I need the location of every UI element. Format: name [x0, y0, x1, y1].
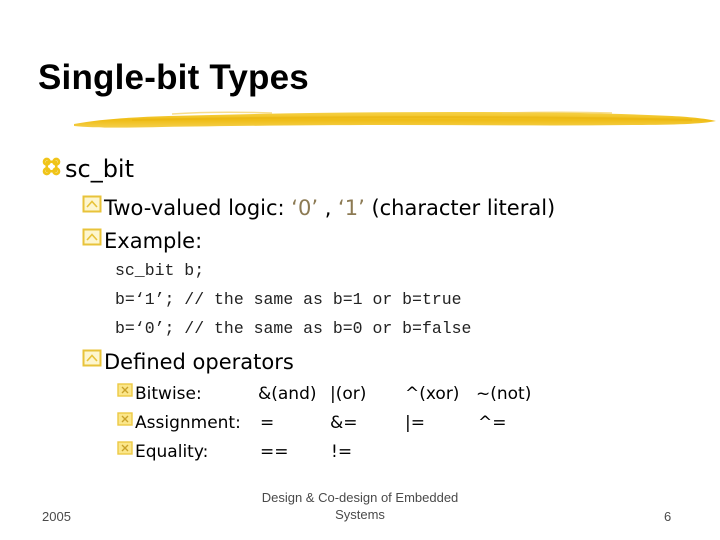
- operator-label: Equality:: [117, 437, 208, 467]
- literal-zero: ‘0’: [291, 196, 319, 220]
- bullet-defined-operators: Defined operators: [82, 347, 294, 378]
- bullet-example: Example:: [82, 226, 202, 257]
- operator-value: &=: [330, 413, 358, 433]
- bullet-text: Two-valued logic:: [104, 196, 292, 220]
- command-icon: [42, 155, 65, 185]
- operator-value: |=: [405, 413, 425, 433]
- slide: Single-bit Types sc_bit Two-valued logic…: [0, 0, 720, 540]
- operator-value: ^(xor): [405, 384, 460, 404]
- footer-course-line-1: Design & Co-design of Embedded: [261, 490, 459, 505]
- operator-label: Bitwise:: [117, 379, 202, 409]
- literal-one: ‘1’: [338, 196, 365, 220]
- x-box-icon: [117, 379, 135, 409]
- operator-category: Equality:: [135, 442, 209, 462]
- footer-year: 2005: [42, 509, 71, 524]
- page-number: 6: [664, 509, 672, 524]
- triangle-box-icon: [82, 194, 104, 224]
- code-line: b=‘0’; // the same as b=0 or b=false: [115, 319, 472, 338]
- operator-category: Bitwise:: [135, 384, 202, 404]
- title-underline-brush-stroke: [74, 111, 716, 128]
- footer-course-title: Design & Co-design of Embedded Systems: [240, 489, 480, 523]
- code-line: b=‘1’; // the same as b=1 or b=true: [115, 290, 462, 309]
- x-box-icon: [117, 437, 135, 467]
- bullet-text-suffix: (character literal): [364, 196, 556, 220]
- bullet-text: Defined operators: [104, 350, 294, 374]
- bullet-two-valued-logic: Two-valued logic: ‘0’ , ‘1’ (character l…: [82, 193, 555, 224]
- triangle-box-icon: [82, 227, 104, 257]
- operator-value: !=: [331, 442, 353, 462]
- code-line: sc_bit b;: [115, 261, 205, 280]
- bullet-text: sc_bit: [65, 155, 135, 183]
- operator-value: ==: [260, 442, 289, 462]
- bullet-text: Example:: [104, 229, 203, 253]
- slide-title: Single-bit Types: [38, 58, 309, 97]
- operator-value: =: [260, 413, 275, 433]
- operator-value: &(and): [258, 384, 317, 404]
- bullet-sc-bit: sc_bit: [42, 154, 134, 185]
- separator: ,: [318, 196, 339, 220]
- operator-label: Assignment:: [117, 408, 241, 438]
- operator-value: |(or): [330, 384, 367, 404]
- operator-category: Assignment:: [135, 413, 241, 433]
- triangle-box-icon: [82, 348, 104, 378]
- x-box-icon: [117, 408, 135, 438]
- operator-value: ^=: [478, 413, 507, 433]
- operator-value: ~(not): [476, 384, 532, 404]
- footer-course-line-2: Systems: [335, 507, 385, 522]
